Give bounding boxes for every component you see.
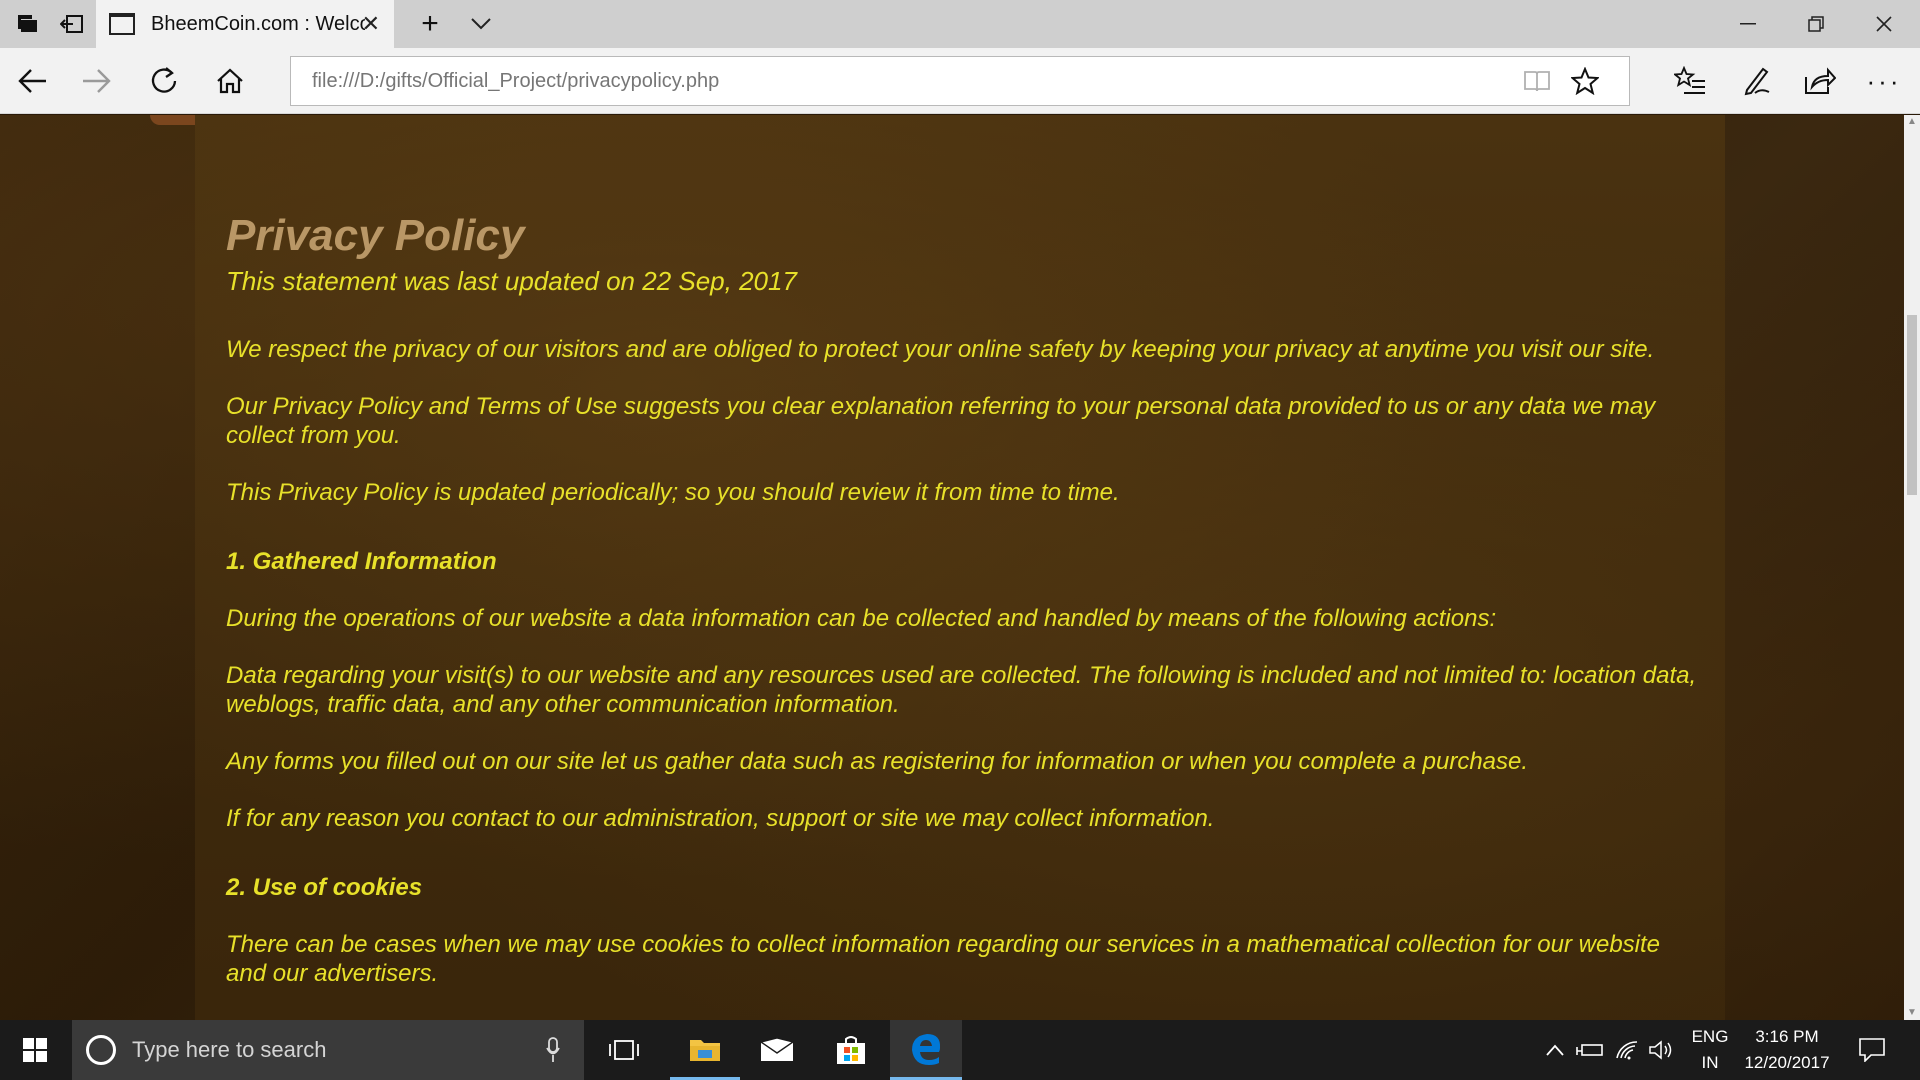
section-paragraph: Any forms you filled out on our site let… (226, 748, 1529, 775)
cortana-circle-icon (86, 1035, 116, 1065)
minimize-icon[interactable] (1714, 0, 1782, 48)
microphone-icon[interactable] (546, 1020, 560, 1080)
action-center-icon[interactable] (1846, 1020, 1898, 1080)
store-icon[interactable] (816, 1020, 886, 1080)
section-paragraph: During the operations of our website a d… (226, 605, 1497, 632)
privacy-policy-content: Privacy Policy This statement was last u… (226, 211, 1706, 1016)
set-tabs-aside-icon[interactable] (52, 0, 92, 48)
reading-view-icon[interactable] (1513, 57, 1561, 105)
forward-icon[interactable] (65, 48, 129, 114)
refresh-icon[interactable] (132, 48, 196, 114)
start-windows-icon[interactable] (0, 1020, 70, 1080)
section-paragraph: Data regarding your visit(s) to our webs… (226, 662, 1697, 718)
intro-paragraph: Our Privacy Policy and Terms of Use sugg… (226, 393, 1656, 449)
scroll-down-arrow-icon[interactable]: ▼ (1904, 1006, 1920, 1020)
scrollbar-thumb[interactable] (1907, 315, 1917, 495)
clock-time[interactable]: 3:16 PM (1740, 1024, 1834, 1050)
edge-browser-icon[interactable] (890, 1020, 962, 1080)
intro-paragraph: This Privacy Policy is updated periodica… (226, 479, 1120, 506)
tab-active[interactable]: BheemCoin.com : Welcome ✕ (96, 0, 394, 48)
section-paragraph: There can be cases when we may use cooki… (226, 931, 1661, 987)
page-favicon-icon (109, 13, 135, 35)
favorites-hub-icon[interactable] (1658, 48, 1722, 114)
volume-icon[interactable] (1646, 1020, 1676, 1080)
more-options-icon[interactable]: ··· (1852, 48, 1916, 114)
wifi-icon[interactable] (1612, 1020, 1642, 1080)
address-bar[interactable]: file:///D:/gifts/Official_Project/privac… (290, 56, 1630, 106)
windows-taskbar: Type here to search ENG IN 3:16 PM 12/20… (0, 1020, 1920, 1080)
last-updated-text: This statement was last updated on 22 Se… (226, 266, 797, 296)
tab-title: BheemCoin.com : Welcome (151, 12, 365, 35)
close-window-icon[interactable] (1850, 0, 1918, 48)
restore-icon[interactable] (1782, 0, 1850, 48)
file-explorer-icon[interactable] (670, 1020, 740, 1080)
battery-power-icon[interactable] (1574, 1020, 1606, 1080)
section-paragraph: If for any reason you contact to our adm… (226, 805, 1215, 832)
search-placeholder: Type here to search (132, 1037, 327, 1062)
task-view-icon[interactable] (594, 1020, 654, 1080)
favorite-star-icon[interactable] (1561, 57, 1609, 105)
content-panel: Privacy Policy This statement was last u… (195, 115, 1725, 1020)
home-icon[interactable] (198, 48, 262, 114)
section-heading-use-of-cookies: 2. Use of cookies (226, 874, 423, 901)
web-note-pen-icon[interactable] (1724, 48, 1788, 114)
tab-preview-chevron-icon[interactable] (456, 0, 506, 48)
scroll-up-arrow-icon[interactable]: ▲ (1904, 115, 1920, 129)
mail-icon[interactable] (744, 1020, 810, 1080)
intro-paragraph: We respect the privacy of our visitors a… (226, 336, 1655, 363)
address-url: file:///D:/gifts/Official_Project/privac… (312, 70, 720, 92)
share-icon[interactable] (1788, 48, 1852, 114)
tab-close-icon[interactable]: ✕ (362, 12, 380, 36)
section-heading-gathered-information: 1. Gathered Information (226, 548, 497, 575)
back-icon[interactable] (0, 48, 64, 114)
input-region: IN (1701, 1053, 1719, 1072)
browser-navigation-bar: file:///D:/gifts/Official_Project/privac… (0, 48, 1920, 114)
input-language[interactable]: ENG (1682, 1024, 1738, 1050)
taskbar-search-box[interactable]: Type here to search (72, 1020, 584, 1080)
clock-date: 12/20/2017 (1744, 1053, 1830, 1072)
new-tab-icon[interactable]: + (404, 0, 456, 48)
page-viewport: Privacy Policy This statement was last u… (0, 115, 1904, 1020)
browser-tab-bar: BheemCoin.com : Welcome ✕ + (0, 0, 1920, 48)
show-hidden-icons-chevron-icon[interactable] (1540, 1020, 1570, 1080)
page-title: Privacy Policy (226, 211, 525, 260)
tab-manager-icon[interactable] (8, 0, 48, 48)
vertical-scrollbar[interactable]: ▲ ▼ (1904, 115, 1920, 1020)
